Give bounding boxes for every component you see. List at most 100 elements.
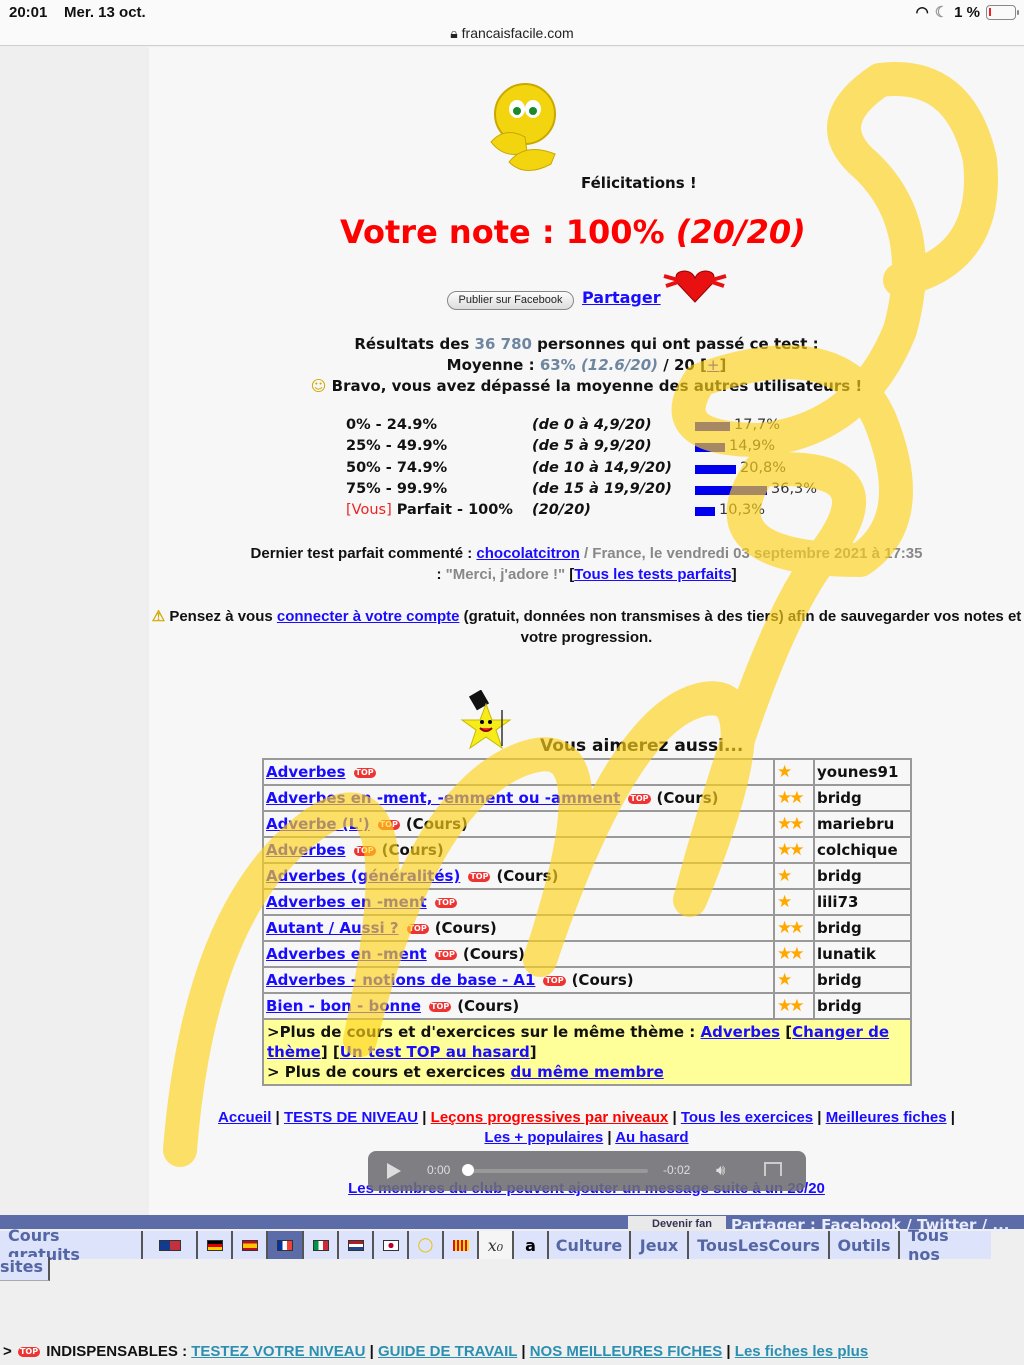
publish-facebook-button[interactable]: Publier sur Facebook [447, 291, 574, 310]
course-tag: (Cours) [405, 815, 468, 833]
distribution-range-text: 50% - 74.9% [346, 459, 448, 476]
random-top-test-link[interactable]: Un test TOP au hasard [340, 1043, 530, 1061]
most-sheets-link[interactable]: Les fiches les plus [735, 1343, 868, 1360]
course-tag: (Cours) [381, 841, 444, 859]
recommendation-row: Bien - bon - bonne TOP (Cours) ★★ bridg [262, 992, 912, 1020]
average-label: Moyenne : [446, 356, 540, 374]
distribution-range-text: Parfait - 100% [391, 502, 513, 519]
recommendation-title-cell: Adverbes en -ment TOP [262, 888, 775, 916]
distribution-bar [695, 443, 725, 453]
nav-games[interactable]: Jeux [631, 1231, 689, 1259]
recommendation-title-cell: Adverbes TOP (Cours) [262, 836, 775, 864]
participants-line: Résultats des 36 780 personnes qui ont p… [149, 334, 1024, 355]
best-sheets-essentials-link[interactable]: NOS MEILLEURES FICHES [530, 1343, 723, 1360]
distribution-percent: 36,3% [771, 480, 818, 497]
home-link[interactable]: Accueil [218, 1109, 271, 1126]
nav-all-sites-continued[interactable]: sites [0, 1257, 50, 1281]
more-stats-link[interactable]: + [707, 356, 720, 374]
average-line: Moyenne : 63% (12.6/20) / 20 [+] [149, 355, 1024, 376]
same-member-link[interactable]: du même membre [511, 1063, 664, 1081]
login-link[interactable]: connecter à votre compte [277, 608, 460, 625]
work-guide-link[interactable]: GUIDE DE TRAVAIL [378, 1343, 517, 1360]
average-score: (12.6/20) [580, 356, 659, 374]
separator: | [668, 1109, 681, 1126]
bravo-line: ☺ Bravo, vous avez dépassé la moyenne de… [149, 376, 1024, 397]
share-link[interactable]: Partager [582, 288, 661, 307]
popular-link[interactable]: Les + populaires [484, 1129, 603, 1146]
audio-progress-track[interactable] [466, 1169, 648, 1173]
nav-free-courses[interactable]: Cours gratuits [0, 1226, 143, 1264]
recommendation-link[interactable]: Adverbes [266, 841, 346, 859]
recommendation-link[interactable]: Bien - bon - bonne [266, 997, 421, 1015]
audio-scrubber[interactable] [462, 1164, 474, 1176]
distribution-detail: (de 5 à 9,9/20) [532, 438, 652, 455]
catalan-flag[interactable] [444, 1231, 479, 1259]
german-flag[interactable] [198, 1231, 233, 1259]
difficulty-stars-icon: ★★ [773, 914, 815, 942]
play-icon[interactable] [387, 1163, 401, 1179]
progressive-lessons-link[interactable]: Leçons progressives par niveaux [431, 1109, 669, 1126]
recommendation-title-cell: Adverbes TOP [262, 758, 775, 786]
amazon-icon[interactable]: a [514, 1231, 549, 1259]
recommendation-link[interactable]: Adverbes (généralités) [266, 867, 460, 885]
language-nav: Cours gratuits ◯ x₀ a Culture Jeux TousL… [0, 1226, 991, 1264]
test-level-link[interactable]: TESTEZ VOTRE NIVEAU [191, 1343, 365, 1360]
recommendation-link[interactable]: Adverbes en -ment, -emment ou -amment [266, 789, 620, 807]
top-badge-icon: TOP [628, 794, 651, 804]
recommendation-author: bridg [813, 784, 912, 812]
english-flag[interactable] [143, 1231, 198, 1259]
recommendation-row: Autant / Aussi ? TOP (Cours) ★★ bridg [262, 914, 912, 942]
recommendation-title-cell: Autant / Aussi ? TOP (Cours) [262, 914, 775, 942]
difficulty-stars-icon: ★ [773, 888, 815, 916]
theme-link[interactable]: Adverbes [701, 1023, 781, 1041]
separator: | [517, 1343, 530, 1360]
recommendation-link[interactable]: Autant / Aussi ? [266, 919, 399, 937]
course-tag: (Cours) [434, 919, 497, 937]
all-perfect-tests-link[interactable]: Tous les tests parfaits [574, 566, 731, 583]
volume-icon[interactable]: 🔊︎ [716, 1161, 725, 1179]
login-warning: ⚠ Pensez à vous connecter à votre compte… [149, 606, 1024, 648]
distribution-row: 75% - 99.9% (de 15 à 19,9/20) 36,3% [346, 481, 846, 502]
spanish-flag[interactable] [233, 1231, 268, 1259]
recommendation-link[interactable]: Adverbes [266, 763, 346, 781]
recommendation-author: younes91 [813, 758, 912, 786]
become-fan-button[interactable]: Devenir fan [628, 1216, 726, 1232]
thinking-smiley-icon [490, 83, 556, 171]
recommendation-link[interactable]: Adverbes - notions de base - A1 [266, 971, 535, 989]
esperanto-icon[interactable]: ◯ [409, 1231, 444, 1259]
recommendation-link[interactable]: Adverbe (L') [266, 815, 370, 833]
italian-flag[interactable] [304, 1231, 339, 1259]
nav-culture[interactable]: Culture [549, 1231, 631, 1259]
nav-all-sites[interactable]: Tous nos [900, 1226, 991, 1264]
nav-all-courses[interactable]: TousLesCours [689, 1231, 830, 1259]
recommendation-link[interactable]: Adverbes en -ment [266, 945, 427, 963]
top-badge-icon: TOP [406, 924, 429, 934]
recommendation-title-cell: Bien - bon - bonne TOP (Cours) [262, 992, 775, 1020]
status-bar: 20:01 Mer. 13 oct. 🔒︎ francaisfacile.com… [0, 0, 1024, 46]
all-exercises-link[interactable]: Tous les exercices [681, 1109, 813, 1126]
distribution-row: 50% - 74.9% (de 10 à 14,9/20) 20,8% [346, 460, 846, 481]
best-sheets-link[interactable]: Meilleures fiches [826, 1109, 947, 1126]
recommendation-author: bridg [813, 966, 912, 994]
course-tag: (Cours) [462, 945, 525, 963]
share-more-link[interactable]: ... [992, 1216, 1009, 1234]
bracket: ] [731, 566, 737, 583]
dutch-flag[interactable] [339, 1231, 374, 1259]
user-link[interactable]: chocolatcitron [476, 545, 579, 562]
separator: | [271, 1109, 284, 1126]
recommendations-table: Adverbes TOP ★ younes91 Adverbes en -ment, -… [262, 758, 912, 1086]
score-heading: Votre note : 100% (20/20) [340, 213, 806, 251]
nav-tools[interactable]: Outils [830, 1231, 900, 1259]
distribution-range: 50% - 74.9% [346, 460, 447, 476]
recommendation-link[interactable]: Adverbes en -ment [266, 893, 427, 911]
distribution-percent: 17,7% [734, 417, 781, 433]
math-icon[interactable]: x₀ [479, 1231, 514, 1259]
url-bar[interactable]: 🔒︎ francaisfacile.com [0, 25, 1024, 42]
french-flag[interactable] [268, 1231, 304, 1259]
recommendation-author: bridg [813, 914, 912, 942]
airplay-icon[interactable] [764, 1162, 782, 1176]
japanese-flag[interactable] [374, 1231, 409, 1259]
random-link[interactable]: Au hasard [615, 1129, 688, 1146]
difficulty-stars-icon: ★ [773, 758, 815, 786]
level-tests-link[interactable]: TESTS DE NIVEAU [284, 1109, 418, 1126]
